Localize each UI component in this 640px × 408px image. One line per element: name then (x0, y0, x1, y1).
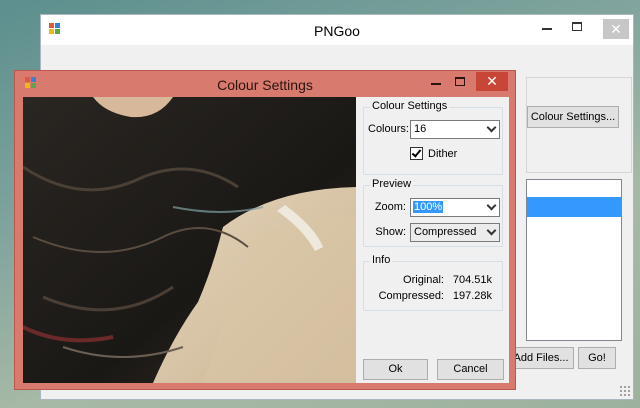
main-titlebar[interactable]: PNGoo ✕ (41, 15, 633, 45)
original-size-value: 704.51k (452, 274, 492, 286)
dither-checkbox[interactable] (410, 147, 423, 160)
colour-settings-group: Colour Settings Colours: 16 Dither (363, 100, 503, 175)
preview-image-graphic (23, 97, 356, 383)
check-icon (411, 147, 422, 158)
main-minimize-button[interactable] (533, 15, 561, 39)
dialog-maximize-button[interactable] (455, 77, 465, 86)
add-files-button[interactable]: Add Files... (508, 347, 574, 369)
compressed-size-label: Compressed: (378, 290, 444, 302)
cancel-button[interactable]: Cancel (437, 359, 504, 380)
zoom-select[interactable]: 100% (410, 198, 500, 217)
dialog-title: Colour Settings (217, 77, 313, 93)
show-select[interactable]: Compressed (410, 223, 500, 242)
show-label: Show: (375, 226, 406, 238)
preview-group: Preview Zoom: 100% Show: Compressed (363, 178, 503, 247)
minimize-icon (542, 28, 552, 30)
chevron-down-icon (486, 200, 497, 211)
main-close-button[interactable]: ✕ (603, 19, 629, 39)
colour-settings-button[interactable]: Colour Settings... (527, 106, 619, 128)
show-select-value: Compressed (414, 226, 477, 238)
zoom-select-value: 100% (413, 201, 444, 213)
dialog-close-button[interactable]: ✕ (476, 72, 508, 91)
preview-group-label: Preview (370, 178, 414, 190)
dialog-client-area: Colour Settings Colours: 16 Dither Previ… (23, 97, 509, 383)
zoom-label: Zoom: (374, 201, 406, 213)
go-button[interactable]: Go! (578, 347, 616, 369)
info-group-label: Info (370, 254, 393, 266)
dither-label: Dither (428, 148, 458, 160)
chevron-down-icon (486, 122, 497, 133)
colour-settings-group-label: Colour Settings (370, 100, 450, 112)
dialog-minimize-button[interactable] (431, 83, 441, 85)
file-list[interactable] (526, 179, 622, 341)
colours-label: Colours: (368, 123, 409, 135)
chevron-down-icon (486, 225, 497, 236)
main-settings-panel: Colour Settings... (526, 77, 632, 173)
main-maximize-button[interactable] (563, 15, 591, 39)
colours-select-value: 16 (414, 123, 427, 135)
compressed-size-value: 197.28k (452, 290, 492, 302)
info-group: Info Original: 704.51k Compressed: 197.2… (363, 254, 503, 311)
colours-select[interactable]: 16 (410, 120, 500, 139)
colour-settings-dialog: Colour Settings ✕ Colour Settings Colour… (14, 70, 516, 390)
maximize-icon (572, 22, 582, 31)
ok-button[interactable]: Ok (363, 359, 428, 380)
preview-image[interactable] (23, 97, 356, 383)
close-icon: ✕ (610, 21, 622, 37)
resize-grip[interactable] (619, 385, 631, 397)
original-size-label: Original: (403, 274, 444, 286)
close-icon: ✕ (486, 73, 498, 89)
file-list-selected-row[interactable] (527, 197, 621, 217)
